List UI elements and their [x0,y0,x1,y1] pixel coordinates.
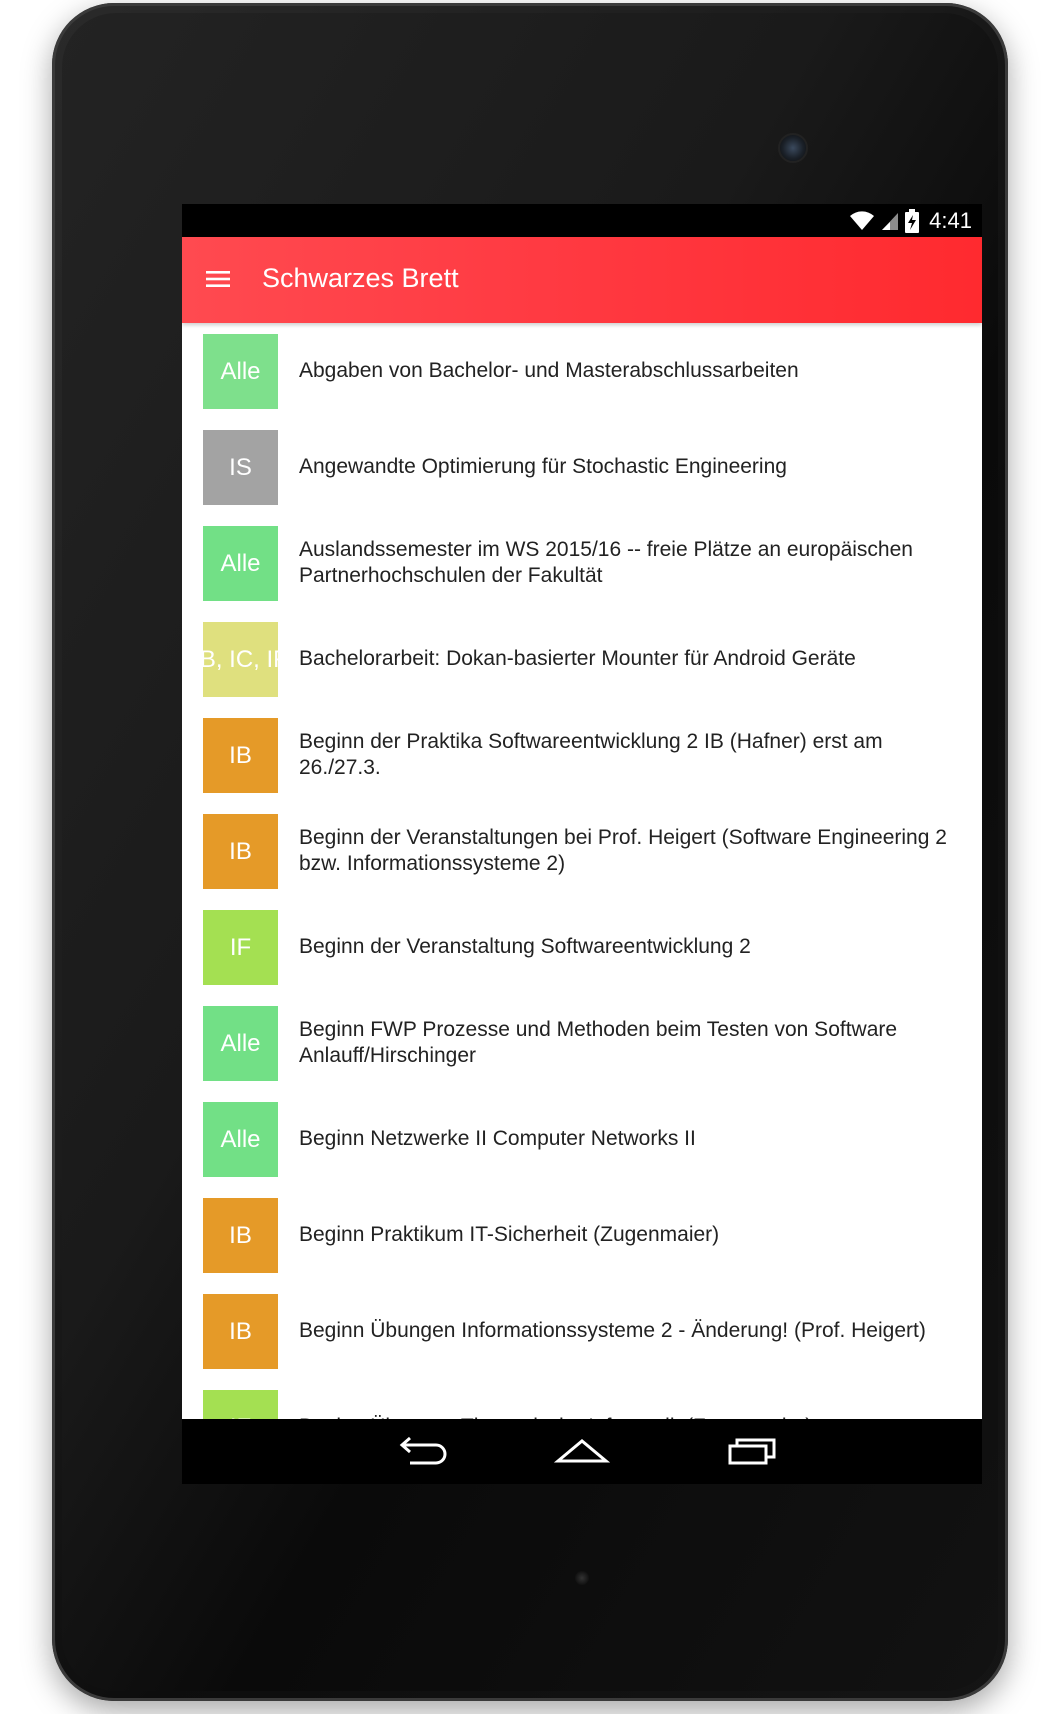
category-badge: IB [203,718,278,793]
status-time: 4:41 [929,207,972,233]
category-badge: Alle [203,334,278,409]
list-item[interactable]: IB Beginn Übungen Informationssysteme 2 … [182,1283,982,1379]
bulletin-list[interactable]: Alle Abgaben von Bachelor- und Masterabs… [182,323,982,1419]
screen: 4:41 Schwarzes Brett Alle Abgaben von Ba… [182,204,982,1484]
list-item[interactable]: IF Beginn der Veranstaltung Softwareentw… [182,899,982,995]
list-item-title: Abgaben von Bachelor- und Masterabschlus… [299,359,799,382]
app-bar: Schwarzes Brett [182,237,982,323]
list-item-title: Beginn Übungen Informationssysteme 2 - Ä… [299,1319,926,1342]
list-item-title: Auslandssemester im WS 2015/16 -- freie … [299,538,913,587]
list-item-title: Beginn Übungen Theoretische Informatik (… [299,1379,969,1419]
navigation-bar [182,1419,982,1484]
back-icon[interactable] [390,1431,450,1471]
list-item[interactable]: Alle Beginn FWP Prozesse und Methoden be… [182,995,982,1091]
status-bar: 4:41 [182,204,982,237]
category-badge: Alle [203,1006,278,1081]
list-item-title: Beginn Praktikum IT-Sicherheit (Zugenmai… [299,1223,720,1246]
list-item-title: Bachelorarbeit: Dokan-basierter Mounter … [299,647,856,670]
list-item-title: Beginn FWP Prozesse und Methoden beim Te… [299,1018,898,1067]
list-item[interactable]: IB Beginn der Praktika Softwareentwicklu… [182,707,982,803]
category-badge: IF [203,910,278,985]
category-badge: Alle [203,526,278,601]
list-item[interactable]: IB, IC, IF Bachelorarbeit: Dokan-basiert… [182,611,982,707]
category-badge: IB, IC, IF [203,622,278,697]
list-item-title: Beginn der Veranstaltung Softwareentwick… [299,935,751,958]
list-item[interactable]: IB Beginn der Veranstaltungen bei Prof. … [182,803,982,899]
list-item[interactable]: Alle Abgaben von Bachelor- und Masterabs… [182,323,982,419]
signal-icon [882,212,899,230]
battery-charging-icon [905,208,920,233]
category-badge: IB [203,1294,278,1369]
category-badge: IF [203,1390,278,1419]
list-item[interactable]: IF Beginn Übungen Theoretische Informati… [182,1379,982,1419]
status-icons: 4:41 [849,204,972,237]
list-item-title: Beginn der Veranstaltungen bei Prof. Hei… [299,826,947,875]
tablet-device: 4:41 Schwarzes Brett Alle Abgaben von Ba… [52,3,1008,1701]
wifi-icon [850,210,875,230]
hamburger-menu-icon[interactable] [204,265,232,293]
list-item[interactable]: IS Angewandte Optimierung für Stochastic… [182,419,982,515]
list-item-title: Beginn der Praktika Softwareentwicklung … [299,730,883,779]
list-item[interactable]: Alle Beginn Netzwerke II Computer Networ… [182,1091,982,1187]
light-sensor [575,1571,589,1585]
list-item-title: Angewandte Optimierung für Stochastic En… [299,455,787,478]
category-badge: IB [203,814,278,889]
recents-icon[interactable] [722,1431,782,1471]
app-title: Schwarzes Brett [262,263,459,293]
list-item[interactable]: IB Beginn Praktikum IT-Sicherheit (Zugen… [182,1187,982,1283]
category-badge: IB [203,1198,278,1273]
home-icon[interactable] [552,1431,612,1471]
list-item-title: Beginn Netzwerke II Computer Networks II [299,1127,696,1150]
front-camera [778,133,808,163]
list-item[interactable]: Alle Auslandssemester im WS 2015/16 -- f… [182,515,982,611]
category-badge: Alle [203,1102,278,1177]
category-badge: IS [203,430,278,505]
